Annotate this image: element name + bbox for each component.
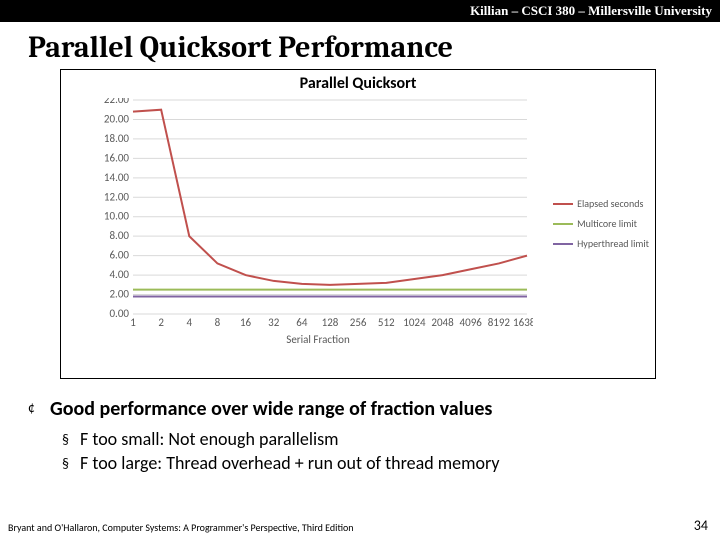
bullet-sub-2: F too large: Thread overhead + run out o… <box>80 451 692 475</box>
svg-text:1024: 1024 <box>403 316 426 329</box>
legend-item-multicore: Multicore limit <box>553 217 649 231</box>
svg-text:8192: 8192 <box>488 316 511 329</box>
svg-text:4.00: 4.00 <box>109 268 129 281</box>
svg-text:18.00: 18.00 <box>104 132 130 145</box>
svg-text:16: 16 <box>240 316 252 329</box>
bullet-area: Good performance over wide range of frac… <box>0 379 720 475</box>
footer-credit: Bryant and O'Hallaron, Computer Systems:… <box>8 521 354 534</box>
chart-title: Parallel Quicksort <box>61 74 655 93</box>
legend-label: Elapsed seconds <box>577 197 643 211</box>
svg-text:2: 2 <box>158 316 164 329</box>
legend-swatch-icon <box>553 223 573 225</box>
svg-text:6.00: 6.00 <box>109 249 129 262</box>
chart-plot: 0.00 2.00 4.00 6.00 8.00 10.00 12.00 14.00 16.00… <box>103 98 533 344</box>
legend-swatch-icon <box>553 243 573 245</box>
svg-text:4: 4 <box>186 316 192 329</box>
svg-text:16.00: 16.00 <box>104 151 130 164</box>
legend-swatch-icon <box>553 203 573 205</box>
svg-text:4096: 4096 <box>460 316 483 329</box>
slide-title: Parallel Quicksort Performance <box>0 22 720 69</box>
svg-text:32: 32 <box>268 316 280 329</box>
svg-text:512: 512 <box>378 316 395 329</box>
chart-container: Parallel Quicksort 0.00 2.00 4.00 6.00 8.00 1… <box>60 69 656 379</box>
legend-item-elapsed: Elapsed seconds <box>553 197 649 211</box>
bullet-sub-1: F too small: Not enough parallelism <box>80 427 692 451</box>
svg-text:64: 64 <box>296 316 308 329</box>
svg-text:2048: 2048 <box>431 316 454 329</box>
svg-text:Serial Fraction: Serial Fraction <box>286 333 350 344</box>
slide-number: 34 <box>694 517 708 534</box>
svg-text:2.00: 2.00 <box>109 288 129 301</box>
svg-text:22.00: 22.00 <box>104 98 130 106</box>
svg-text:16384: 16384 <box>513 316 533 329</box>
svg-text:20.00: 20.00 <box>104 112 130 125</box>
svg-text:0.00: 0.00 <box>109 307 129 320</box>
chart-legend: Elapsed seconds Multicore limit Hyperthr… <box>553 191 649 257</box>
svg-text:256: 256 <box>350 316 367 329</box>
bullet-main: Good performance over wide range of frac… <box>50 397 692 421</box>
legend-label: Multicore limit <box>577 217 637 231</box>
svg-text:8: 8 <box>215 316 221 329</box>
legend-item-hyperthread: Hyperthread limit <box>553 237 649 251</box>
svg-text:14.00: 14.00 <box>104 171 130 184</box>
top-bar: Killian – CSCI 380 – Millersville Univer… <box>0 0 720 22</box>
svg-text:12.00: 12.00 <box>104 190 130 203</box>
svg-text:1: 1 <box>130 316 136 329</box>
legend-label: Hyperthread limit <box>577 237 649 251</box>
svg-text:10.00: 10.00 <box>104 210 130 223</box>
svg-text:128: 128 <box>322 316 339 329</box>
svg-text:8.00: 8.00 <box>109 229 129 242</box>
